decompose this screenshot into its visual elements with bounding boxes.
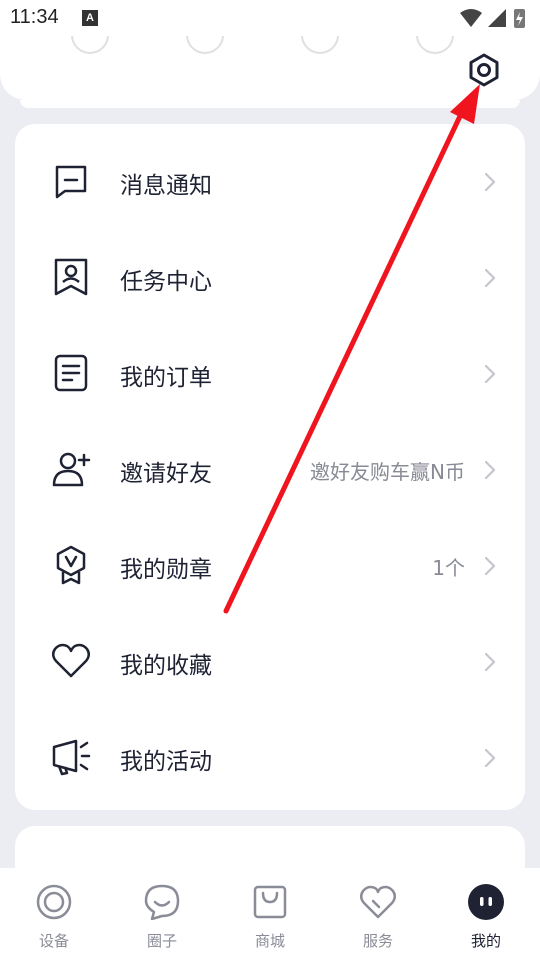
profile-face-icon [468, 884, 504, 920]
menu-item-subtext: 1个 [432, 556, 465, 580]
heart-icon [52, 643, 90, 678]
tab-label: 商城 [254, 932, 285, 950]
menu-item-medals[interactable]: 我的勋章 1个 [15, 517, 525, 613]
menu-item-label: 任务中心 [120, 269, 212, 295]
wifi-icon [460, 9, 482, 27]
menu-item-label: 我的收藏 [120, 653, 212, 679]
tab-mine[interactable]: 我的 [432, 868, 540, 960]
menu-item-subtext: 邀好友购车赢N币 [310, 460, 465, 484]
megaphone-icon [52, 739, 91, 776]
menu-item-tasks[interactable]: 任务中心 [15, 229, 525, 325]
bottom-tab-bar: 设备 圈子 商城 服务 我的 [0, 868, 540, 960]
chevron-right-icon [484, 460, 496, 480]
tab-label: 圈子 [146, 932, 177, 950]
heart-service-icon [360, 885, 396, 919]
chevron-right-icon [484, 364, 496, 384]
status-bar: 11:34 A [0, 0, 540, 36]
tab-circle[interactable]: 圈子 [108, 868, 216, 960]
menu-item-label: 我的活动 [120, 749, 212, 775]
menu-item-label: 我的勋章 [120, 557, 212, 583]
battery-icon [514, 9, 525, 28]
chevron-right-icon [484, 556, 496, 576]
tab-label: 服务 [362, 932, 393, 950]
tab-label: 我的 [470, 932, 501, 950]
menu-card: 消息通知 任务中心 我的订单 邀请好友 邀好友购车赢N币 我的勋章 1个 我的收… [15, 124, 525, 810]
tab-device[interactable]: 设备 [0, 868, 108, 960]
gear-icon [469, 53, 499, 87]
status-time: 11:34 [10, 6, 59, 28]
shopping-bag-icon [253, 885, 287, 919]
tab-service[interactable]: 服务 [324, 868, 432, 960]
menu-item-activities[interactable]: 我的活动 [15, 709, 525, 805]
chat-bubble-icon [55, 165, 87, 199]
status-icons [458, 7, 530, 33]
menu-item-messages[interactable]: 消息通知 [15, 133, 525, 229]
settings-button[interactable] [464, 50, 504, 90]
add-user-icon [52, 452, 91, 487]
task-badge-icon [54, 258, 88, 296]
notification-a-icon: A [82, 10, 98, 26]
menu-item-label: 邀请好友 [120, 461, 212, 487]
device-ring-icon [36, 884, 72, 920]
menu-item-label: 消息通知 [120, 173, 212, 199]
tab-mall[interactable]: 商城 [216, 868, 324, 960]
signal-icon [488, 9, 506, 27]
chat-smile-icon [144, 884, 180, 920]
medal-icon [56, 545, 86, 585]
chevron-right-icon [484, 268, 496, 288]
menu-item-orders[interactable]: 我的订单 [15, 325, 525, 421]
menu-item-invite[interactable]: 邀请好友 邀好友购车赢N币 [15, 421, 525, 517]
menu-item-favorites[interactable]: 我的收藏 [15, 613, 525, 709]
header-card-edge [20, 100, 520, 108]
chevron-right-icon [484, 652, 496, 672]
document-icon [54, 354, 88, 392]
chevron-right-icon [484, 748, 496, 768]
menu-item-label: 我的订单 [120, 365, 212, 391]
tab-label: 设备 [38, 932, 69, 950]
chevron-right-icon [484, 172, 496, 192]
